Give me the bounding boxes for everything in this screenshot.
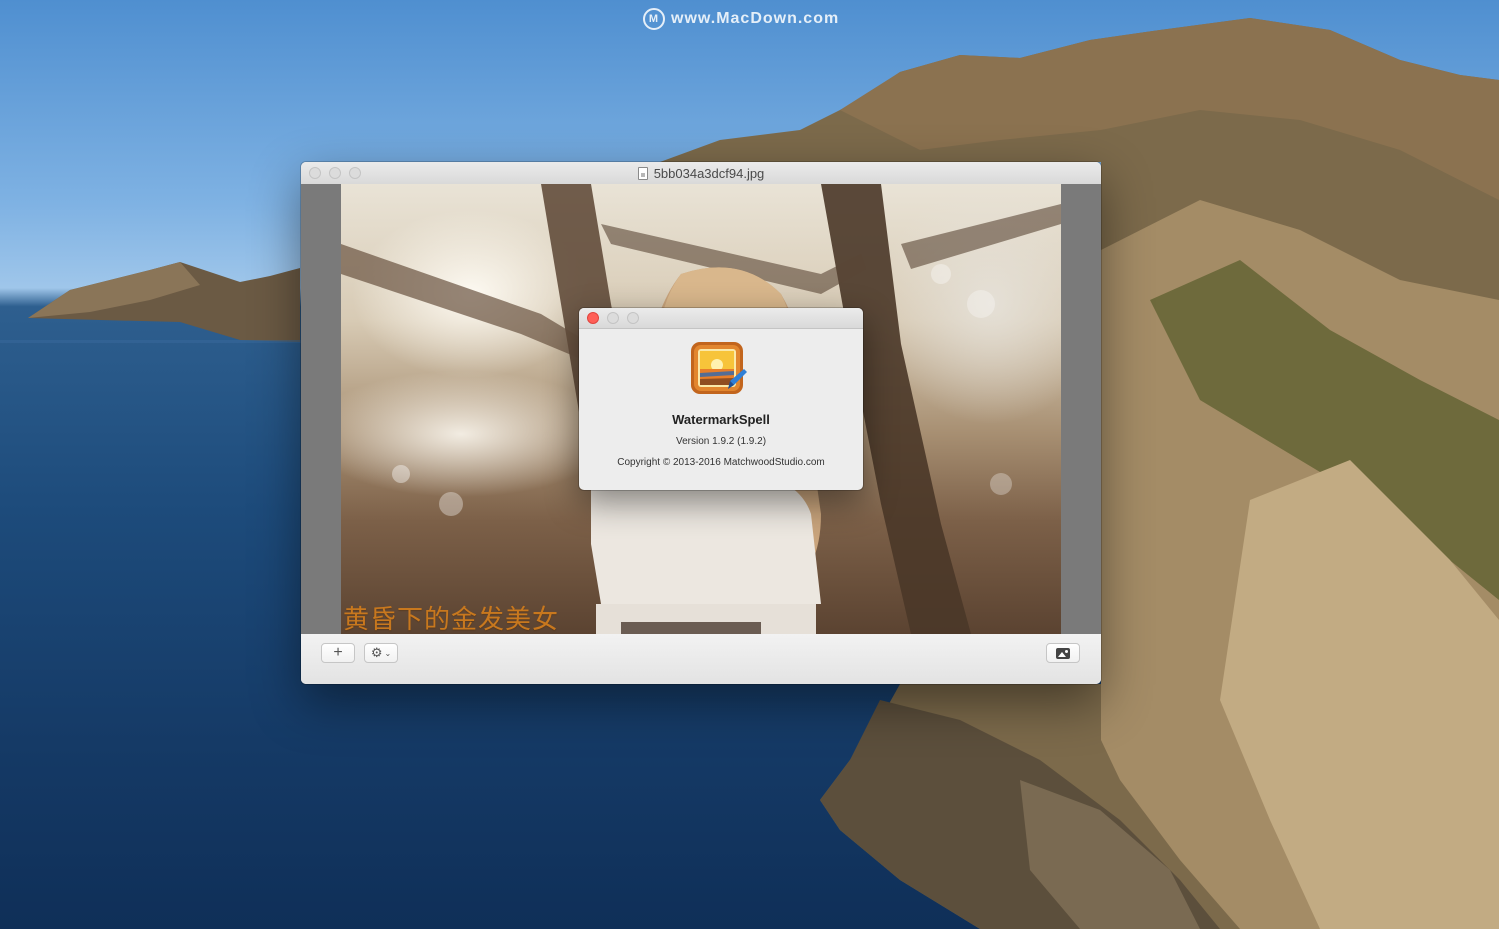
app-version: Version 1.9.2 (1.9.2) — [675, 436, 767, 447]
about-zoom-button — [627, 312, 639, 324]
window-toolbar: + ⚙ ⌄ — [301, 634, 1101, 684]
window-controls — [309, 167, 361, 179]
about-titlebar[interactable] — [579, 308, 863, 329]
photo-watermark-caption: 黄昏下的金发美女 — [343, 605, 560, 634]
about-minimize-button — [607, 312, 619, 324]
minimize-button[interactable] — [329, 167, 341, 179]
about-close-button[interactable] — [587, 312, 599, 324]
photo-icon — [1056, 647, 1070, 659]
about-window-controls — [587, 312, 639, 324]
app-name: WatermarkSpell — [672, 412, 770, 427]
chevron-down-icon: ⌄ — [384, 648, 392, 658]
site-watermark: M www.MacDown.com — [643, 6, 839, 32]
macdown-logo-icon: M — [643, 8, 665, 30]
watermarkspell-app-icon — [691, 342, 747, 394]
zoom-button[interactable] — [349, 167, 361, 179]
settings-menu-button[interactable]: ⚙ ⌄ — [364, 643, 398, 663]
add-button[interactable]: + — [321, 643, 355, 663]
jpg-document-icon[interactable] — [637, 166, 648, 180]
gear-icon: ⚙ — [370, 645, 383, 660]
window-titlebar[interactable]: 5bb034a3dcf94.jpg — [301, 162, 1101, 185]
plus-icon: + — [333, 644, 343, 661]
about-dialog: WatermarkSpell Version 1.9.2 (1.9.2) Cop… — [579, 308, 863, 490]
photo-browser-button[interactable] — [1046, 643, 1080, 663]
window-title-text: 5bb034a3dcf94.jpg — [653, 165, 765, 181]
site-watermark-text: www.MacDown.com — [671, 10, 840, 27]
app-copyright: Copyright © 2013-2016 MatchwoodStudio.co… — [617, 457, 825, 468]
close-button[interactable] — [309, 167, 321, 179]
window-title: 5bb034a3dcf94.jpg — [637, 165, 765, 181]
